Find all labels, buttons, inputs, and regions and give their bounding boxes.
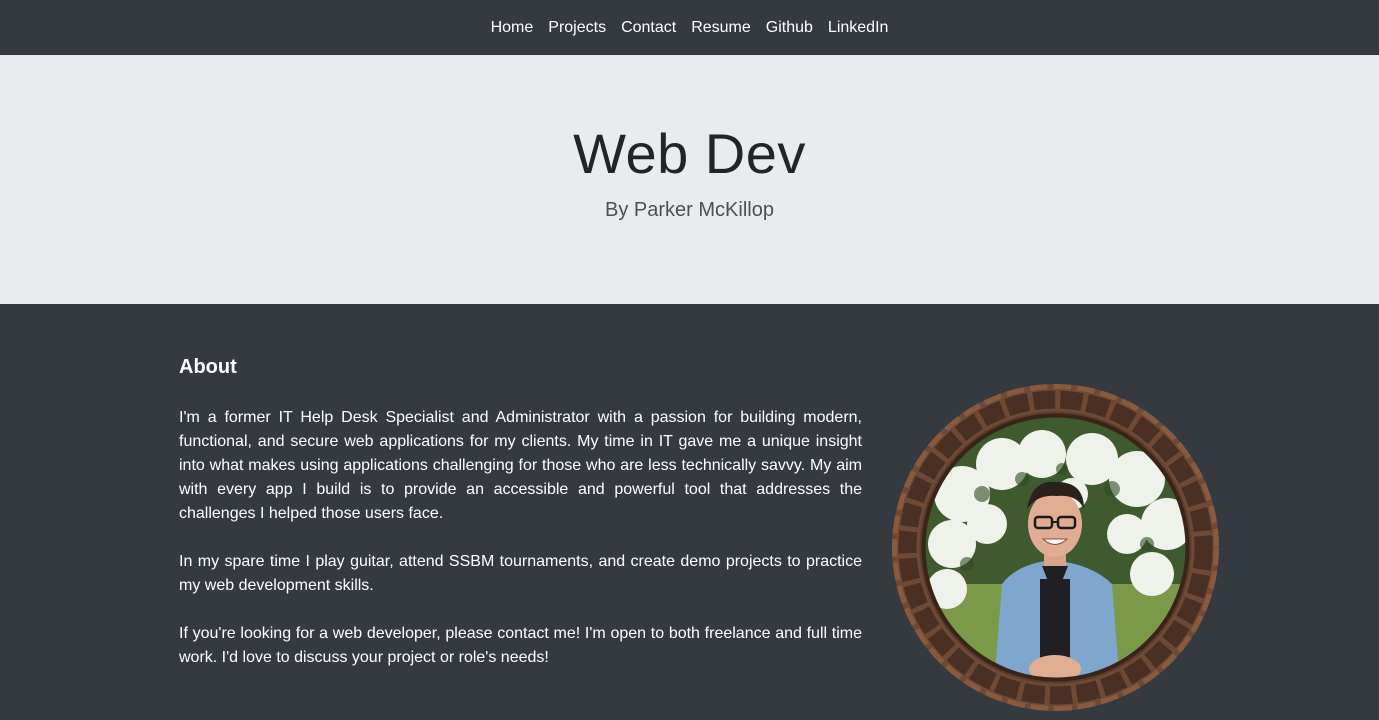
profile-photo-illustration: [892, 384, 1219, 711]
about-section: About I'm a former IT Help Desk Speciali…: [0, 304, 1379, 720]
nav-link-linkedin[interactable]: LinkedIn: [828, 19, 889, 37]
nav-link-contact[interactable]: Contact: [621, 19, 676, 37]
about-paragraph-3: If you're looking for a web developer, p…: [179, 625, 862, 666]
nav-link-resume[interactable]: Resume: [691, 19, 751, 37]
hero-jumbotron: Web Dev By Parker McKillop: [0, 55, 1379, 304]
about-text: I'm a former IT Help Desk Specialist and…: [179, 406, 862, 694]
about-paragraph-1: I'm a former IT Help Desk Specialist and…: [179, 409, 862, 522]
profile-photo: [892, 384, 1219, 711]
about-heading: About: [179, 356, 237, 378]
about-paragraph-2: In my spare time I play guitar, attend S…: [179, 553, 862, 594]
nav-link-github[interactable]: Github: [766, 19, 813, 37]
nav-link-home[interactable]: Home: [491, 19, 534, 37]
hero-subtitle: By Parker McKillop: [605, 199, 774, 221]
nav-link-projects[interactable]: Projects: [548, 19, 606, 37]
hero-title: Web Dev: [573, 122, 806, 185]
top-navbar: Home Projects Contact Resume Github Link…: [0, 0, 1379, 55]
